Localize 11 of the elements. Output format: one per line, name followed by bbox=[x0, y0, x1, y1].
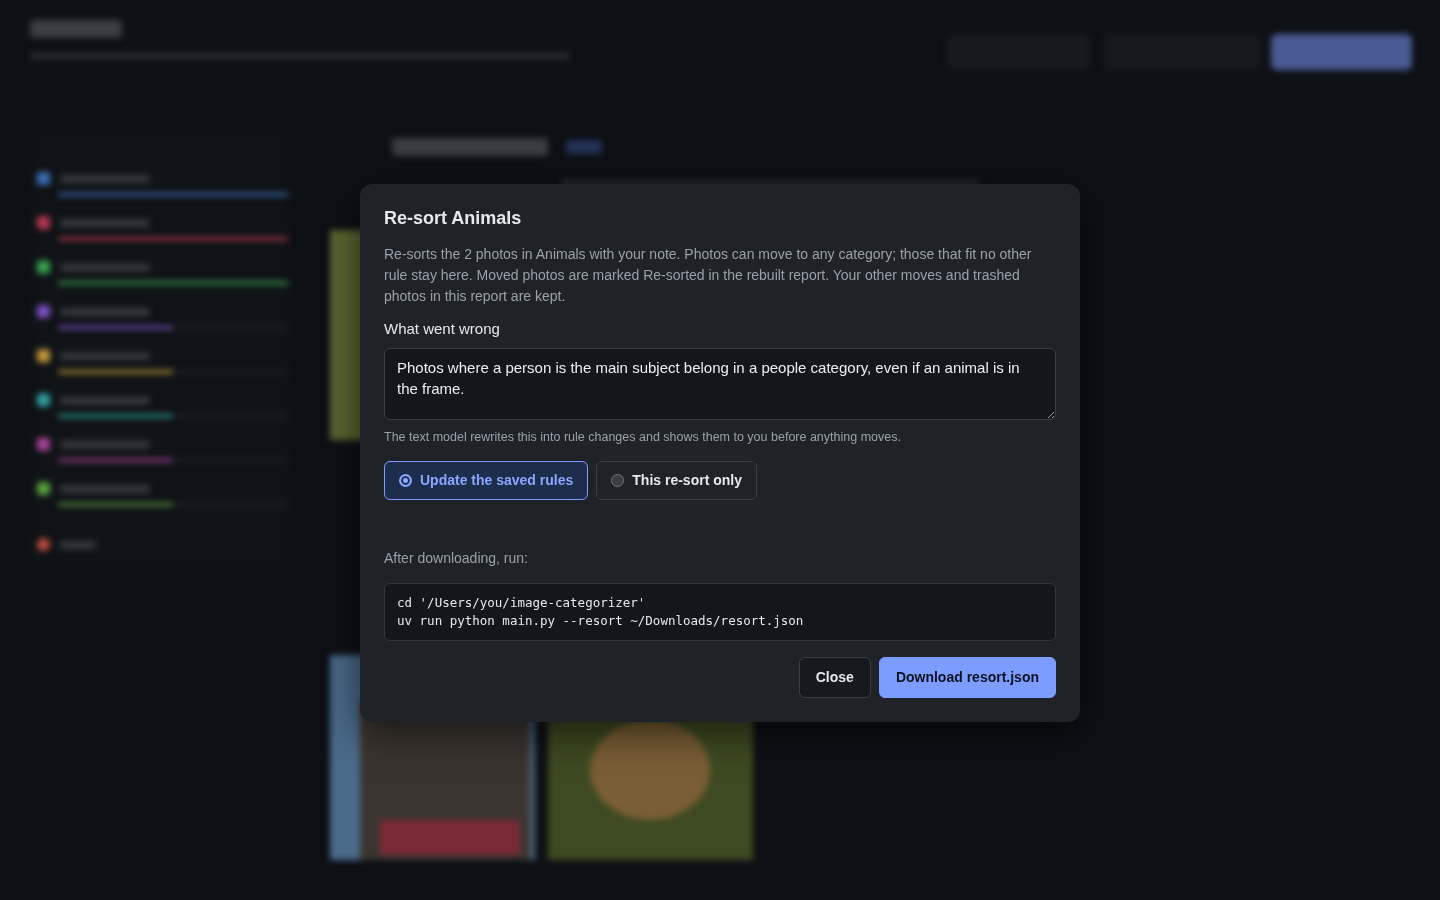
download-button[interactable]: Download resort.json bbox=[878, 657, 1056, 699]
close-button[interactable]: Close bbox=[798, 657, 871, 699]
command-block: cd '/Users/you/image-categorizer' uv run python main.py --resort ~/Downloads/resort.json bbox=[384, 582, 1056, 642]
command-label: After downloading, run: bbox=[384, 548, 528, 568]
option-button[interactable]: This re-sort only bbox=[596, 460, 757, 500]
option-button[interactable]: Update the saved rules bbox=[384, 460, 589, 500]
dialog-title: Re-sort Animals bbox=[384, 208, 523, 230]
help-text: The text model rewrites this into rule changes and shows them to you before anything moves. bbox=[384, 429, 902, 447]
dialog-description: Re-sorts the 2 photos in Animals with your note. Photos can move to any category; those that fit no other rule stay here. Moved photos are marked Re-sorted in the rebuilt report. Your other moves and trashed photos in this report are kept. bbox=[384, 244, 1033, 306]
field-label: What went wrong bbox=[384, 318, 500, 339]
note-field[interactable]: Photos where a person is the main subject belong in a people category, even if an animal is in the frame. bbox=[384, 348, 1056, 421]
